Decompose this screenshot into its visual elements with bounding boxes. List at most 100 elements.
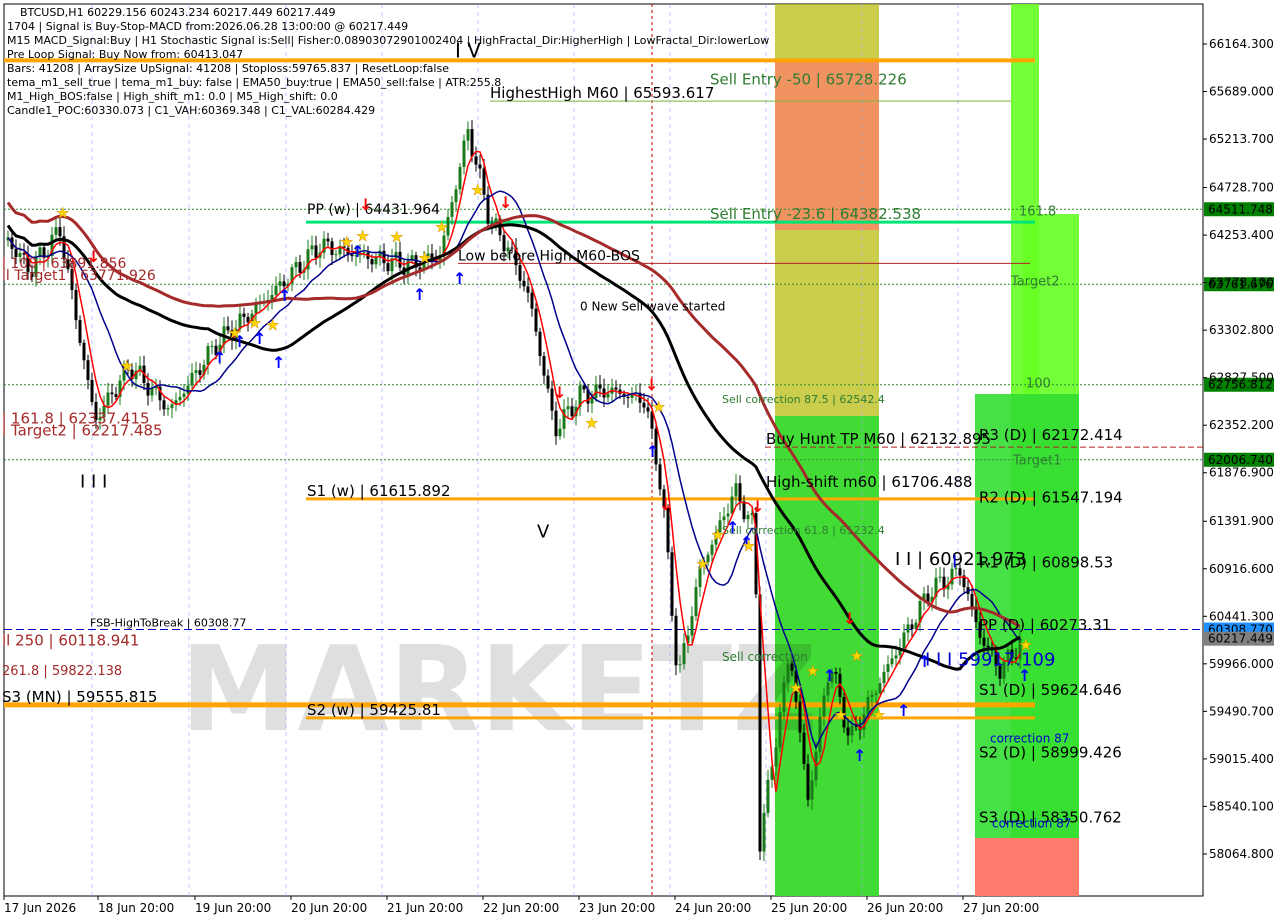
zone-salmon-bottom (975, 838, 1079, 896)
candle-body (878, 683, 882, 694)
x-tick-label: 21 Jun 20:00 (387, 901, 463, 915)
candle-body (398, 251, 402, 268)
candle-body (902, 632, 906, 649)
y-tick-label: 63302.800 (1209, 323, 1274, 337)
candle-body (710, 544, 714, 555)
y-tick-label: 65689.000 (1209, 85, 1274, 99)
star-marker-icon: ★ (266, 316, 279, 334)
candle-body (678, 664, 682, 666)
candle-body (590, 397, 594, 404)
candle-body (294, 261, 298, 268)
sell-arrow-icon: ↓ (553, 383, 566, 402)
level-label: PP (w) | 64431.964 (307, 202, 440, 218)
candle-body (210, 345, 214, 347)
candle-body (242, 313, 246, 317)
chart-svg: MARKETZ64511.74863761.67662756.81262006.… (0, 0, 1280, 920)
buy-arrow-icon: ↑ (278, 286, 291, 305)
x-tick-label: 23 Jun 20:00 (579, 901, 655, 915)
y-tick-label: 64253.400 (1209, 228, 1274, 242)
candle-body (670, 552, 674, 616)
level-label: PP (D) | 60273.31 (979, 616, 1111, 634)
candle-body (906, 624, 910, 633)
candle-body (646, 407, 650, 412)
buy-arrow-icon: ↑ (413, 285, 426, 304)
candle-body (386, 263, 390, 272)
sell-arrow-icon: ↓ (87, 247, 100, 266)
x-tick-label: 22 Jun 20:00 (483, 901, 559, 915)
y-tick-label: 66164.300 (1209, 37, 1274, 51)
star-marker-icon: ★ (120, 357, 133, 375)
y-tick-label: 60916.600 (1209, 562, 1274, 576)
candle-body (822, 695, 826, 717)
candle-body (194, 370, 198, 373)
candle-body (626, 396, 630, 398)
candle-body (518, 265, 522, 281)
candle-body (554, 410, 558, 437)
candle-body (614, 387, 618, 390)
candle-body (474, 156, 478, 165)
x-tick-label: 27 Jun 20:00 (963, 901, 1039, 915)
buy-arrow-icon: ↑ (918, 652, 931, 671)
candle-body (778, 712, 782, 748)
x-tick-label: 19 Jun 20:00 (195, 901, 271, 915)
candle-body (766, 779, 770, 813)
candle-body (982, 637, 986, 646)
level-label: Buy Hunt TP M60 | 62132.895 (766, 430, 991, 448)
y-tick-label: 64728.700 (1209, 181, 1274, 195)
candle-body (594, 384, 598, 398)
info-line: Pre Loop Signal: Buy Now from: 60413.047 (7, 48, 243, 61)
star-marker-icon: ★ (418, 249, 431, 267)
candle-body (310, 245, 314, 250)
buy-arrow-icon: ↑ (1018, 666, 1031, 685)
candle-body (334, 254, 338, 256)
x-tick-label: 18 Jun 20:00 (98, 901, 174, 915)
level-label: High-shift m60 | 61706.488 (766, 473, 972, 491)
candle-body (470, 129, 474, 157)
candle-body (566, 406, 570, 410)
star-marker-icon: ★ (711, 526, 724, 544)
star-marker-icon: ★ (356, 227, 369, 245)
y-tick-label: 61391.900 (1209, 514, 1274, 528)
sell-arrow-icon: ↓ (751, 497, 764, 516)
candle-body (382, 250, 386, 264)
level-label: Target2 (1010, 274, 1060, 289)
price-tag-label: 64511.748 (1208, 202, 1273, 216)
star-marker-icon: ★ (742, 537, 755, 555)
candle-body (394, 251, 398, 259)
candle-body (658, 464, 662, 490)
x-tick-label: 17 Jun 2026 (4, 901, 76, 915)
star-marker-icon: ★ (435, 218, 448, 236)
candle-body (82, 342, 86, 361)
candle-body (90, 380, 94, 402)
buy-arrow-icon: ↑ (646, 442, 659, 461)
candle-body (818, 716, 822, 752)
candle-body (74, 290, 78, 321)
star-marker-icon: ★ (340, 233, 353, 251)
candle-body (522, 280, 526, 287)
chart-title: BTCUSD,H1 60229.156 60243.234 60217.449 … (20, 6, 336, 19)
candle-body (726, 513, 730, 517)
y-tick-label: 60441.300 (1209, 609, 1274, 623)
candle-body (986, 645, 990, 648)
candle-body (690, 616, 694, 636)
candle-body (150, 388, 154, 396)
watermark: MARKETZ (180, 620, 818, 758)
candle-body (738, 483, 742, 502)
candle-body (890, 658, 894, 665)
star-marker-icon: ★ (228, 324, 241, 342)
star-marker-icon: ★ (834, 706, 847, 724)
candle-body (790, 663, 794, 671)
star-marker-icon: ★ (789, 679, 802, 697)
candle-body (682, 643, 686, 665)
level-label: ll 250 | 60118.941 (2, 632, 139, 650)
candle-body (798, 701, 802, 733)
candle-body (538, 331, 542, 357)
level-label: FSB-HighToBreak | 60308.77 (90, 617, 246, 630)
candle-body (806, 763, 810, 800)
level-label: Low before High M60-BOS (458, 248, 640, 264)
level-label: correction 87 (990, 731, 1069, 745)
sell-arrow-icon: ↓ (359, 195, 372, 214)
y-tick-label: 63778.100 (1209, 276, 1274, 290)
star-marker-icon: ★ (248, 314, 261, 332)
level-label: R1 (D) | 60898.53 (979, 554, 1113, 572)
